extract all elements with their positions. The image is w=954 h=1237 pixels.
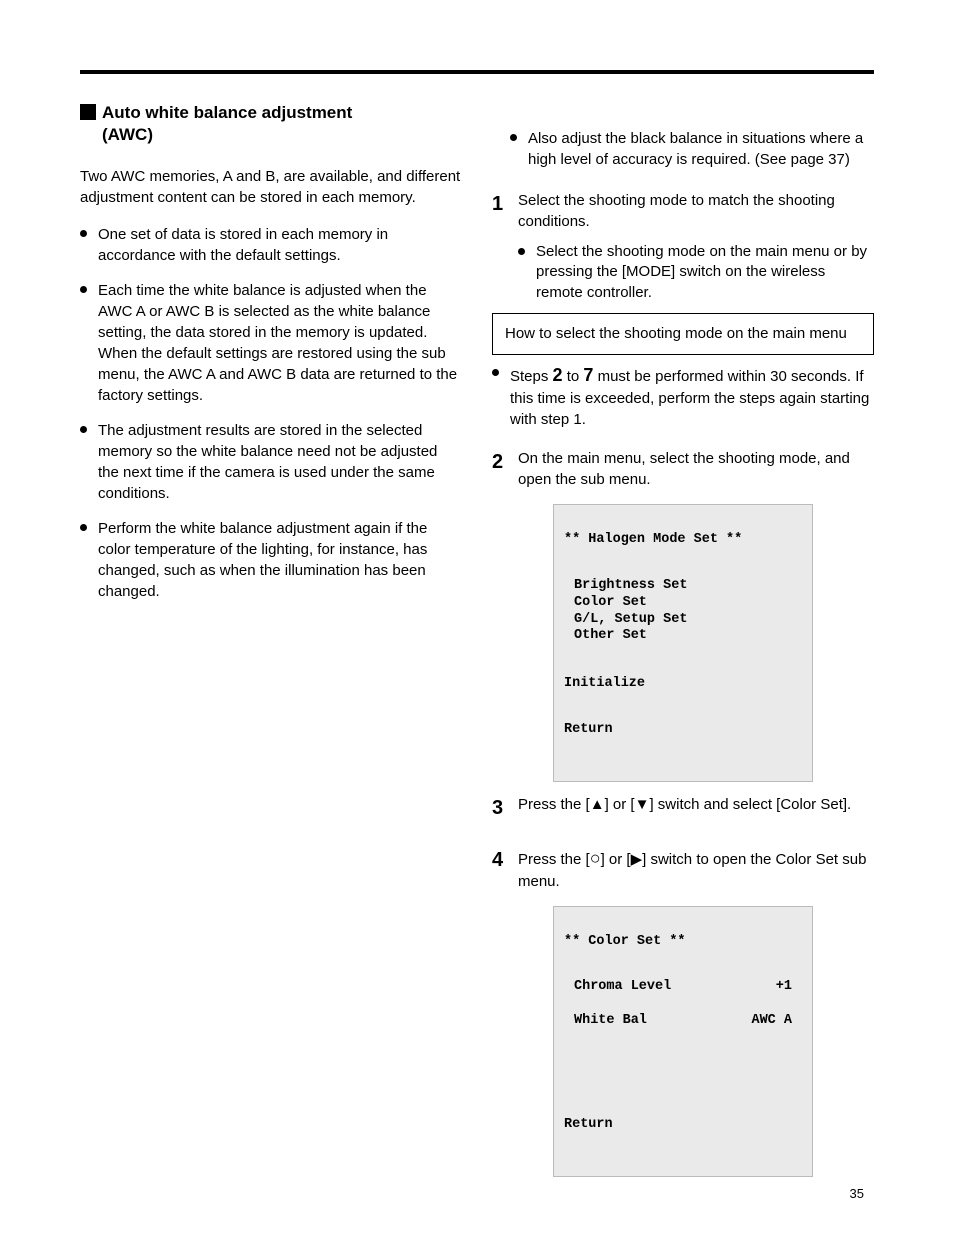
- osd-halogen-mode: ** Halogen Mode Set ** Brightness Set Co…: [553, 504, 813, 781]
- step-text: Press the [▲] or [▼] switch and select […: [518, 794, 874, 815]
- bullet-text: Also adjust the black balance in situati…: [528, 128, 874, 170]
- osd-label: White Bal: [574, 1013, 647, 1030]
- osd-title: ** Halogen Mode Set **: [564, 532, 802, 549]
- osd-item: Other Set: [574, 628, 647, 643]
- osd-color-set: ** Color Set ** Chroma Level +1 White Bal…: [553, 906, 813, 1177]
- heading-line-2: (AWC): [102, 125, 153, 144]
- page-number: 35: [850, 1186, 864, 1201]
- horizontal-rule: [80, 70, 874, 74]
- heading-line-1: Auto white balance adjustment: [102, 103, 352, 122]
- step-text: Select the shooting mode to match the sh…: [518, 190, 874, 232]
- osd-initialize: Initialize: [564, 676, 802, 693]
- square-icon: [80, 104, 96, 120]
- bullet-item: Perform the white balance adjustment aga…: [80, 518, 462, 602]
- callout-box: How to select the shooting mode on the m…: [492, 313, 874, 355]
- bullet-icon: [80, 426, 88, 433]
- bullet-item: The adjustment results are stored in the…: [80, 420, 462, 504]
- bullet-icon: [492, 369, 500, 376]
- note-mid: to: [563, 368, 584, 385]
- bullet-icon: [510, 134, 518, 141]
- note-text: Steps 2 to 7 must be performed within 30…: [510, 363, 874, 430]
- t: ] or [: [605, 796, 635, 813]
- section-heading: Auto white balance adjustment (AWC): [80, 102, 462, 146]
- bullet-item: One set of data is stored in each memory…: [80, 224, 462, 266]
- t: ] switch and select [Color Set].: [649, 796, 851, 813]
- bullet-icon: [80, 230, 88, 237]
- osd-value: +1: [776, 979, 792, 996]
- right-column: Also adjust the black balance in situati…: [492, 102, 874, 1189]
- osd-label: Chroma Level: [574, 979, 671, 996]
- osd-row: Chroma Level +1: [564, 979, 802, 996]
- step-1: 1 Select the shooting mode to match the …: [492, 190, 874, 232]
- osd-return: Return: [564, 1117, 802, 1134]
- bullet-icon: [80, 524, 88, 531]
- osd-value: AWC A: [751, 1013, 792, 1030]
- bullet-text: Each time the white balance is adjusted …: [98, 280, 462, 406]
- step-3: 3 Press the [▲] or [▼] switch and select…: [492, 794, 874, 822]
- step-2: 2 On the main menu, select the shooting …: [492, 448, 874, 490]
- bullet-icon: [518, 248, 526, 255]
- osd-title: ** Color Set **: [564, 934, 802, 951]
- intro-text: Two AWC memories, A and B, are available…: [80, 166, 462, 208]
- bullet-text: One set of data is stored in each memory…: [98, 224, 462, 266]
- left-column: Auto white balance adjustment (AWC) Two …: [80, 102, 462, 1189]
- osd-item: Brightness Set: [574, 578, 687, 593]
- osd-row: White Bal AWC A: [564, 1013, 802, 1030]
- bullet-item: Also adjust the black balance in situati…: [510, 128, 874, 170]
- sub-bullet-text: Select the shooting mode on the main men…: [536, 242, 874, 303]
- step-text: Press the [○] or [▶] switch to open the …: [518, 846, 874, 892]
- osd-items: Brightness Set Color Set G/L, Setup Set …: [564, 578, 802, 646]
- down-triangle-icon: ▼: [635, 796, 650, 813]
- osd-return: Return: [564, 722, 802, 739]
- note-num-2: 2: [553, 365, 563, 385]
- bullet-icon: [80, 286, 88, 293]
- note-bullet: Steps 2 to 7 must be performed within 30…: [492, 363, 874, 430]
- step-number: 1: [492, 190, 518, 218]
- step-text: On the main menu, select the shooting mo…: [518, 448, 874, 490]
- right-triangle-icon: ▶: [631, 851, 643, 868]
- note-pre: Steps: [510, 368, 553, 385]
- up-triangle-icon: ▲: [590, 796, 605, 813]
- step-number: 4: [492, 846, 518, 874]
- box-text: How to select the shooting mode on the m…: [505, 325, 847, 342]
- bullet-text: Perform the white balance adjustment aga…: [98, 518, 462, 602]
- note-num-7: 7: [583, 365, 593, 385]
- step-number: 3: [492, 794, 518, 822]
- step-number: 2: [492, 448, 518, 476]
- bullet-text: The adjustment results are stored in the…: [98, 420, 462, 504]
- sub-bullet: Select the shooting mode on the main men…: [518, 242, 874, 303]
- t: Press the [: [518, 851, 590, 868]
- t: Press the [: [518, 796, 590, 813]
- t: ] or [: [601, 851, 631, 868]
- osd-item: Color Set: [574, 595, 647, 610]
- osd-item: G/L, Setup Set: [574, 612, 687, 627]
- circle-icon: ○: [590, 848, 601, 868]
- bullet-item: Each time the white balance is adjusted …: [80, 280, 462, 406]
- step-4: 4 Press the [○] or [▶] switch to open th…: [492, 846, 874, 892]
